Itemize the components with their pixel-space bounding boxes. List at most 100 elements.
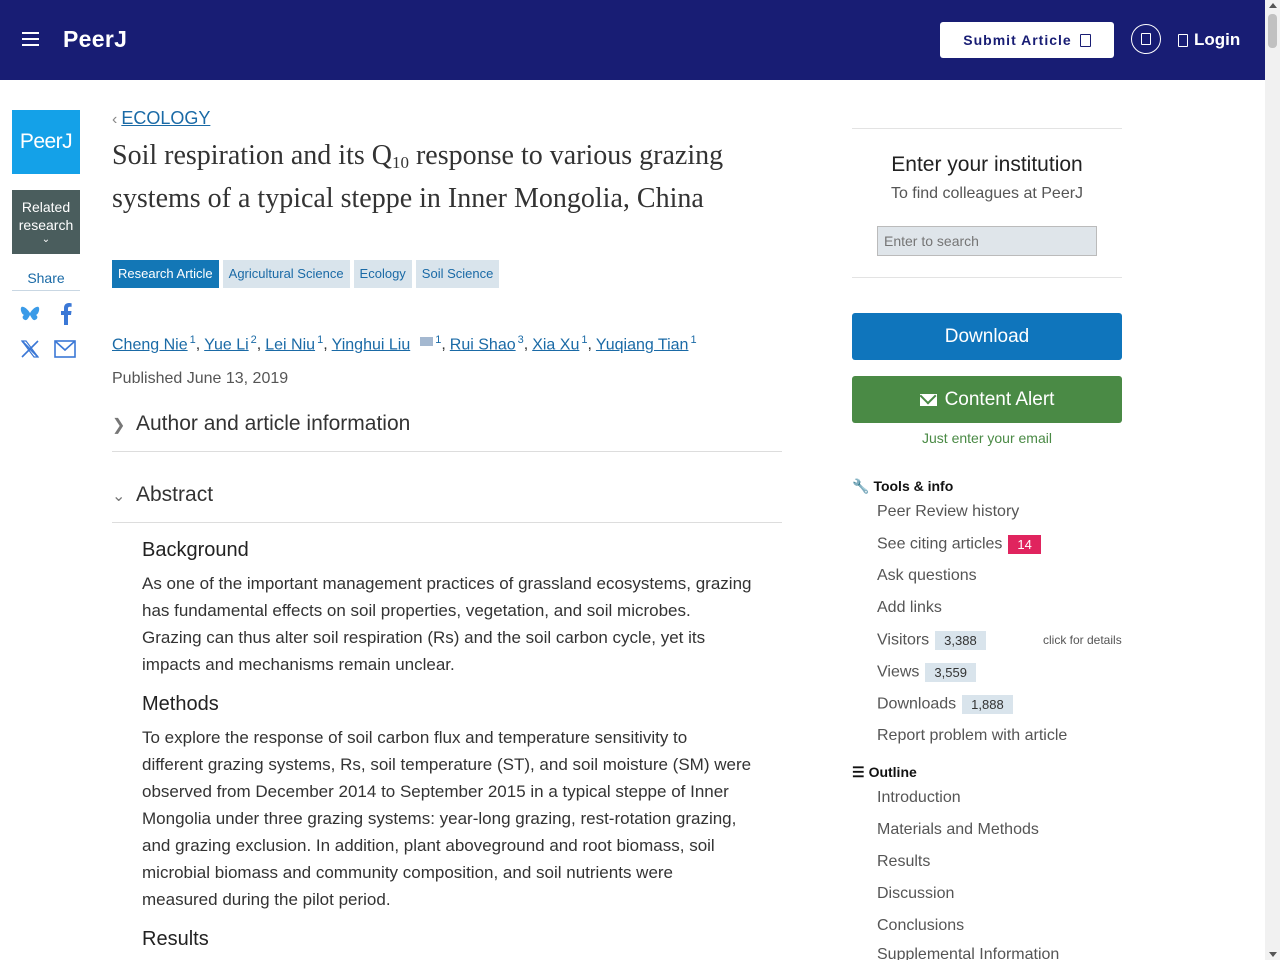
user-icon (1178, 33, 1188, 47)
tag-ecology[interactable]: Ecology (353, 260, 412, 288)
outline-item-conclusions[interactable]: Conclusions (877, 917, 964, 935)
peer-review-history-link[interactable]: Peer Review history (877, 503, 1019, 521)
related-research-button[interactable]: Related research ⌄ (12, 190, 80, 254)
submit-article-button[interactable]: Submit Article (940, 22, 1114, 58)
download-button[interactable]: Download (852, 313, 1122, 360)
author-link[interactable]: Yinghui Liu (332, 336, 411, 353)
email-share-icon[interactable] (54, 338, 76, 360)
see-citing-articles-link[interactable]: See citing articles 14 (877, 535, 1041, 554)
tag-research-article[interactable]: Research Article (112, 260, 219, 288)
ask-questions-link[interactable]: Ask questions (877, 567, 977, 585)
chevron-right-icon: ❯ (112, 417, 126, 434)
tag-soil-science[interactable]: Soil Science (415, 260, 500, 288)
title-subscript: 10 (391, 153, 409, 172)
downloads-count-badge: 1,888 (962, 695, 1013, 714)
list-icon: ☰ (852, 764, 865, 780)
bluesky-icon[interactable] (19, 303, 41, 325)
login-button[interactable]: Login (1178, 30, 1240, 50)
tools-heading: 🔧 Tools & info (852, 478, 953, 495)
author-info-toggle[interactable]: ❯ Author and article information (112, 412, 782, 452)
peerj-journal-logo[interactable]: PeerJ (12, 110, 80, 174)
author-link[interactable]: Xia Xu (532, 336, 579, 353)
views-label: Views (877, 663, 920, 681)
author-separator: , (523, 336, 529, 354)
author-link[interactable]: Rui Shao (450, 336, 516, 353)
article-title: Soil respiration and its Q10 response to… (112, 138, 792, 217)
abstract-toggle[interactable]: ⌄ Abstract (112, 483, 782, 523)
breadcrumb[interactable]: ‹ ECOLOGY (112, 108, 210, 129)
author-affiliation: 3 (517, 334, 524, 346)
content-alert-button[interactable]: Content Alert (852, 376, 1122, 423)
brand-logo[interactable]: PeerJ (63, 26, 127, 53)
external-link-icon (1079, 33, 1091, 47)
visitors-label: Visitors (877, 631, 930, 649)
related-label-2: research (18, 217, 74, 233)
methods-paragraph: To explore the response of soil carbon f… (142, 728, 752, 909)
envelope-icon (919, 393, 937, 406)
tools-heading-label: Tools & info (873, 478, 954, 494)
views-count-badge: 3,559 (925, 663, 976, 682)
published-date: Published June 13, 2019 (112, 370, 289, 387)
breadcrumb-link[interactable]: ECOLOGY (121, 108, 210, 128)
author-link[interactable]: Cheng Nie (112, 336, 188, 353)
chevron-left-icon: ‹ (112, 111, 118, 128)
author-list: Cheng Nie 1, Yue Li 2, Lei Niu 1, Yinghui Liu 1… (112, 334, 697, 354)
scroll-down-arrow-icon[interactable] (1269, 952, 1277, 957)
downloads-link[interactable]: Downloads 1,888 (877, 695, 1013, 714)
scroll-thumb[interactable] (1268, 14, 1277, 48)
institution-search-input[interactable] (877, 226, 1097, 256)
author-link[interactable]: Yue Li (204, 336, 248, 353)
author-affiliation: 1 (690, 334, 697, 346)
subject-tags: Research Article Agricultural Science Ec… (112, 260, 500, 288)
outline-heading: ☰ Outline (852, 764, 917, 781)
visitors-link[interactable]: Visitors 3,388 (877, 631, 986, 650)
wrench-icon: 🔧 (852, 478, 870, 494)
methods-heading: Methods (142, 693, 219, 715)
institution-subtitle: To find colleagues at PeerJ (890, 185, 1084, 202)
author-separator: , (323, 336, 328, 354)
outline-item-supplemental[interactable]: Supplemental Information (877, 946, 1059, 960)
login-label: Login (1194, 30, 1241, 49)
author-info-label: Author and article information (136, 412, 411, 435)
abstract-label: Abstract (136, 483, 214, 506)
author-separator: , (256, 336, 262, 354)
chevron-down-icon: ⌄ (112, 488, 126, 505)
author-link[interactable]: Lei Niu (265, 336, 315, 353)
background-paragraph: As one of the important management pract… (142, 574, 752, 674)
downloads-label: Downloads (877, 695, 957, 713)
search-icon[interactable] (1131, 24, 1161, 54)
institution-title: Enter your institution (891, 153, 1083, 176)
scroll-up-arrow-icon[interactable] (1269, 3, 1277, 8)
add-links-link[interactable]: Add links (877, 599, 942, 617)
content-alert-label: Content Alert (944, 388, 1055, 410)
share-label: Share (12, 270, 80, 291)
views-link[interactable]: Views 3,559 (877, 663, 976, 682)
x-twitter-icon[interactable] (19, 338, 41, 360)
author-separator: , (441, 336, 446, 354)
outline-item-discussion[interactable]: Discussion (877, 885, 954, 903)
author-affiliation: 1 (189, 334, 196, 346)
chevron-down-icon: ⌄ (41, 234, 51, 245)
outline-item-results[interactable]: Results (877, 853, 930, 871)
facebook-icon[interactable] (55, 303, 77, 325)
page-scrollbar[interactable] (1265, 0, 1280, 960)
background-heading: Background (142, 539, 249, 561)
author-link[interactable]: Yuqiang Tian (596, 336, 689, 353)
citing-count-badge: 14 (1008, 535, 1041, 554)
related-label-1: Related (21, 199, 71, 215)
see-citing-label: See citing articles (877, 535, 1003, 553)
report-problem-link[interactable]: Report problem with article (877, 727, 1067, 745)
author-affiliation: 2 (250, 334, 257, 346)
corresponding-author-mail-icon[interactable] (420, 337, 434, 347)
visitors-count-badge: 3,388 (935, 631, 986, 650)
outline-item-materials-methods[interactable]: Materials and Methods (877, 821, 1039, 839)
tag-agricultural-science[interactable]: Agricultural Science (222, 260, 350, 288)
click-for-details-link[interactable]: click for details (1043, 633, 1122, 647)
outline-item-introduction[interactable]: Introduction (877, 789, 961, 807)
top-navbar: PeerJ Submit Article Login (0, 0, 1265, 80)
title-part-1: Soil respiration and its Q (112, 140, 392, 171)
results-heading: Results (142, 928, 209, 950)
outline-heading-label: Outline (868, 764, 917, 780)
author-separator: , (195, 336, 201, 354)
menu-icon[interactable] (22, 28, 39, 50)
